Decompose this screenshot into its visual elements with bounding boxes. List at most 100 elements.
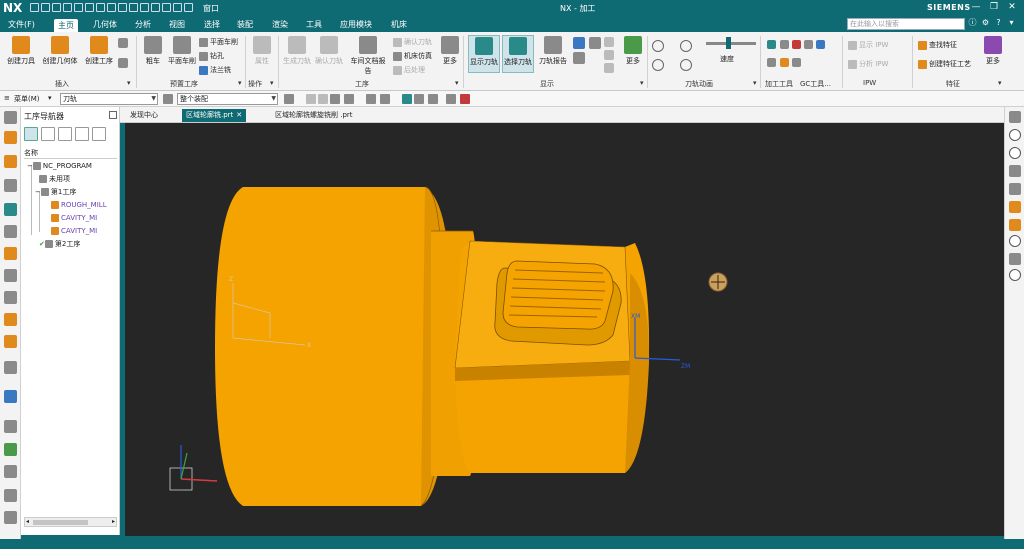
process-group-caret[interactable]: ▾: [455, 79, 459, 87]
plus-icon[interactable]: [162, 3, 171, 12]
create-operation-button[interactable]: 创建工序: [82, 36, 116, 66]
circle-icon[interactable]: [318, 94, 328, 104]
display-icon3[interactable]: [588, 37, 602, 51]
display-more-button[interactable]: 更多: [622, 36, 644, 66]
paste-icon[interactable]: [85, 3, 94, 12]
type-filter-dropdown[interactable]: 刀轨 ▼: [60, 93, 158, 105]
display-group-caret[interactable]: ▾: [640, 79, 644, 87]
copy-icon[interactable]: [74, 3, 83, 12]
selection-scope-dropdown[interactable]: 整个装配 ▼: [177, 93, 278, 105]
post-process-button[interactable]: 后处理: [393, 65, 425, 75]
confirm-toolpath-button[interactable]: 确认刀轨: [393, 37, 432, 47]
restore-icon[interactable]: ❐: [986, 1, 1002, 14]
preset-group-caret[interactable]: ▾: [238, 79, 242, 87]
menu-home[interactable]: 主页: [54, 19, 78, 32]
camera-icon[interactable]: [184, 3, 193, 12]
dropdown-icon[interactable]: ▾: [1007, 18, 1016, 28]
view-icon[interactable]: [1009, 111, 1021, 123]
feature-a-icon[interactable]: [1009, 201, 1021, 213]
toolpath-report-button[interactable]: 刀轨报告: [536, 36, 570, 66]
shop-doc-button[interactable]: 车间文档报告: [348, 36, 388, 76]
tool-g-icon[interactable]: [779, 58, 789, 68]
search-icon[interactable]: ⌕: [955, 18, 964, 28]
menu-application[interactable]: 应用模块: [336, 18, 376, 31]
verify-toolpath-button[interactable]: 确认刀轨: [314, 36, 344, 66]
hatch-icon[interactable]: [428, 94, 438, 104]
pencil-icon[interactable]: [446, 94, 456, 104]
create-tool-button[interactable]: 创建刀具: [4, 36, 38, 66]
insert-group-caret[interactable]: ▾: [127, 79, 131, 87]
tool-e-icon[interactable]: [815, 40, 825, 50]
point-icon[interactable]: [344, 94, 354, 104]
minus-icon[interactable]: [173, 3, 182, 12]
tool-d-icon[interactable]: [803, 40, 813, 50]
close-icon[interactable]: ✕: [1004, 1, 1020, 14]
menu-geometry[interactable]: 几何体: [89, 18, 121, 31]
tree-node-cavity-mill-1[interactable]: CAVITY_MI: [51, 212, 97, 224]
reuse-library-icon[interactable]: [4, 269, 17, 282]
arrow-down2-icon[interactable]: [603, 63, 615, 75]
menu-view[interactable]: 视图: [165, 18, 189, 31]
minimize-icon[interactable]: —: [968, 1, 984, 14]
info-icon[interactable]: ⓘ: [968, 18, 977, 28]
report-icon[interactable]: [1009, 253, 1021, 265]
machine-sim-button[interactable]: 机床仿真: [393, 51, 432, 61]
layout-icon[interactable]: [118, 3, 127, 12]
play2-icon[interactable]: [1009, 235, 1021, 247]
tool-c-icon[interactable]: [791, 40, 801, 50]
menu-tools[interactable]: 工具: [302, 18, 326, 31]
tree-node-nc-program[interactable]: − NC_PROGRAM: [27, 160, 92, 172]
menu-assembly[interactable]: 装配: [233, 18, 257, 31]
maximize-icon[interactable]: [109, 111, 117, 119]
gear-icon[interactable]: ⚙: [981, 18, 990, 28]
image-icon[interactable]: [4, 489, 17, 502]
collapse-icon[interactable]: −: [27, 162, 33, 170]
program-order-view-icon[interactable]: [24, 127, 38, 141]
constraint-navigator-icon[interactable]: [4, 155, 17, 168]
tool-a-icon[interactable]: [766, 40, 776, 50]
shuffle-icon[interactable]: [4, 465, 17, 478]
feature-group-caret[interactable]: ▾: [998, 79, 1002, 87]
sound-icon[interactable]: [1009, 269, 1021, 281]
show-toolpath-button[interactable]: 显示刀轨: [468, 35, 500, 73]
tree-node-rough-mill[interactable]: ROUGH_MILL: [51, 199, 107, 211]
menu-render[interactable]: 渲染: [268, 18, 292, 31]
tree-node-op2[interactable]: ✔ 第2工序: [39, 238, 80, 250]
touch-mode-icon[interactable]: [107, 3, 116, 12]
pin-icon[interactable]: [129, 3, 138, 12]
hide-icon[interactable]: [1009, 165, 1021, 177]
process-more-button[interactable]: 更多: [440, 36, 460, 66]
repeat-icon[interactable]: [96, 3, 105, 12]
play-icon[interactable]: [680, 40, 692, 52]
drill-button[interactable]: 钻孔: [199, 51, 224, 61]
menu-machine[interactable]: 机床: [387, 18, 411, 31]
palette-icon[interactable]: [4, 443, 17, 456]
graphics-viewport[interactable]: X Z ZM XM: [125, 123, 1004, 536]
feature-more-button[interactable]: 更多: [984, 36, 1002, 66]
column-header[interactable]: 名称: [24, 148, 117, 159]
rewind-icon[interactable]: [652, 40, 664, 52]
scroll-left-icon[interactable]: ◂: [26, 518, 29, 525]
operation-navigator-icon[interactable]: [4, 203, 17, 216]
redo-icon[interactable]: [52, 3, 61, 12]
arrow-up-icon[interactable]: [603, 37, 615, 49]
web-browser-icon[interactable]: [4, 390, 17, 403]
create-geometry-button[interactable]: 创建几何体: [40, 36, 80, 66]
face-turn2-button[interactable]: 平面车削: [199, 37, 238, 47]
select-toolpath-button[interactable]: 选择刀轨: [502, 35, 534, 73]
clock-icon[interactable]: [4, 420, 17, 433]
scroll-right-icon[interactable]: ▸: [112, 518, 115, 525]
cube-icon[interactable]: [366, 94, 376, 104]
menu-select[interactable]: 选择: [200, 18, 224, 31]
tool-f-icon[interactable]: [766, 58, 776, 68]
tool-h-icon[interactable]: [791, 58, 801, 68]
system-icon[interactable]: [4, 361, 17, 374]
assembly-navigator-icon[interactable]: [4, 131, 17, 144]
feature-b-icon[interactable]: [1009, 219, 1021, 231]
show-icon[interactable]: [1009, 129, 1021, 141]
step-back-icon[interactable]: [652, 59, 664, 71]
machine-tool-view-icon[interactable]: [41, 127, 55, 141]
tab-helix-mill[interactable]: 区域轮廓铣螺旋铣削 .prt: [271, 109, 357, 122]
scrollbar-thumb[interactable]: [33, 520, 88, 525]
create-feature-process-button[interactable]: 创建特征工艺: [918, 59, 971, 69]
